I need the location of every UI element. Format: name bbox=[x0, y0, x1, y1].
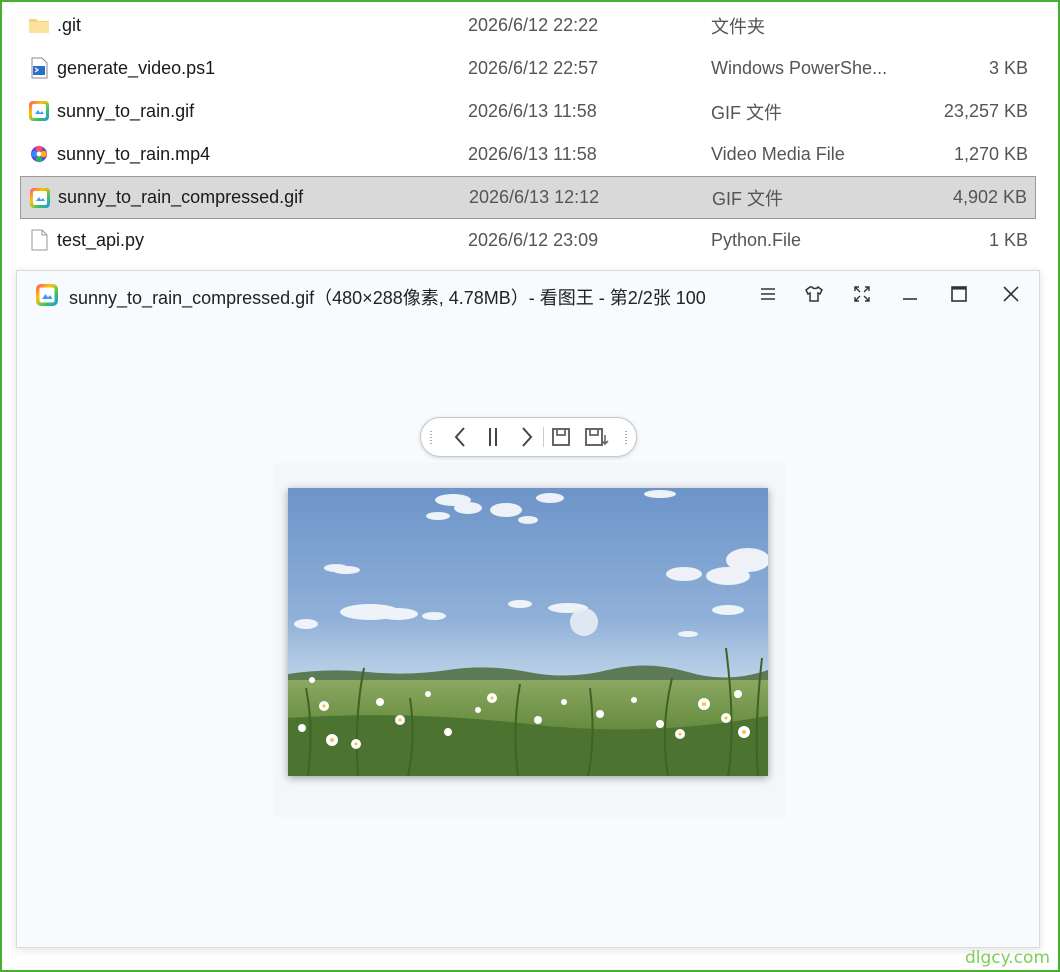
image-viewer-file-icon bbox=[29, 101, 49, 121]
save-as-icon bbox=[585, 428, 609, 446]
file-date: 2026/6/13 11:58 bbox=[468, 101, 597, 121]
video-file-icon bbox=[31, 145, 47, 163]
file-name: sunny_to_rain.mp4 bbox=[57, 144, 211, 164]
grip-handle[interactable] bbox=[425, 425, 437, 449]
fullscreen-icon bbox=[854, 286, 870, 302]
file-date: 2026/6/12 23:09 bbox=[468, 230, 599, 250]
file-type: GIF 文件 bbox=[711, 102, 782, 123]
toolbar-divider bbox=[543, 427, 544, 447]
viewer-title: sunny_to_rain_compressed.gif（480×288像素, … bbox=[69, 288, 706, 308]
file-name: test_api.py bbox=[57, 230, 145, 250]
file-row-sunny-to-rain-gif[interactable]: sunny_to_rain.gif 2026/6/13 11:58 GIF 文件… bbox=[20, 90, 1036, 133]
grip-icon bbox=[430, 431, 432, 444]
next-icon bbox=[522, 427, 533, 447]
minimize-icon bbox=[903, 298, 917, 300]
file-name: sunny_to_rain_compressed.gif bbox=[58, 187, 304, 207]
menu-button[interactable] bbox=[755, 281, 781, 307]
file-date: 2026/6/13 11:58 bbox=[468, 144, 597, 164]
file-date: 2026/6/13 12:12 bbox=[469, 187, 600, 207]
maximize-icon bbox=[951, 286, 967, 302]
file-type: Python.File bbox=[711, 230, 802, 250]
save-icon bbox=[552, 428, 570, 446]
displayed-image[interactable] bbox=[288, 488, 768, 776]
file-size: 3 KB bbox=[988, 58, 1028, 78]
grip-icon bbox=[625, 431, 627, 444]
file-row-test-api[interactable]: test_api.py 2026/6/12 23:09 Python.File … bbox=[20, 219, 1036, 262]
image-viewer-app-icon bbox=[36, 284, 58, 306]
image-toolbar bbox=[420, 417, 637, 457]
previous-icon bbox=[454, 427, 465, 447]
file-size: 1 KB bbox=[988, 230, 1028, 250]
watermark: dlgcy.com bbox=[965, 948, 1050, 968]
file-type: 文件夹 bbox=[711, 16, 765, 37]
file-size: 1,270 KB bbox=[953, 144, 1028, 164]
file-size: 4,902 KB bbox=[952, 187, 1027, 207]
file-date: 2026/6/12 22:22 bbox=[468, 15, 599, 35]
file-type: Windows PowerShe... bbox=[711, 58, 888, 78]
image-viewer-file-icon bbox=[30, 188, 50, 208]
file-row-generate-video[interactable]: generate_video.ps1 2026/6/12 22:57 Windo… bbox=[20, 47, 1036, 90]
next-button[interactable] bbox=[515, 425, 539, 449]
folder-icon bbox=[29, 19, 49, 33]
pause-button[interactable] bbox=[481, 425, 505, 449]
maximize-button[interactable] bbox=[946, 281, 972, 307]
skin-icon bbox=[805, 285, 823, 302]
file-row-git[interactable]: .git 2026/6/12 22:22 文件夹 bbox=[20, 4, 1036, 47]
file-row-sunny-to-rain-mp4[interactable]: sunny_to_rain.mp4 2026/6/13 11:58 Video … bbox=[20, 133, 1036, 176]
blank-document-icon bbox=[31, 229, 48, 251]
pause-icon bbox=[489, 428, 497, 446]
viewer-titlebar[interactable]: sunny_to_rain_compressed.gif（480×288像素, … bbox=[17, 271, 1039, 317]
save-as-button[interactable] bbox=[583, 425, 611, 449]
grip-handle[interactable] bbox=[620, 425, 632, 449]
file-row-sunny-to-rain-compressed-gif[interactable]: sunny_to_rain_compressed.gif 2026/6/13 1… bbox=[20, 176, 1036, 219]
menu-icon bbox=[761, 288, 775, 300]
file-name: sunny_to_rain.gif bbox=[57, 101, 195, 121]
minimize-button[interactable] bbox=[897, 281, 923, 307]
fullscreen-button[interactable] bbox=[849, 281, 875, 307]
close-icon bbox=[1003, 286, 1019, 302]
file-name: generate_video.ps1 bbox=[57, 58, 216, 78]
previous-button[interactable] bbox=[448, 425, 472, 449]
image-viewer-window: sunny_to_rain_compressed.gif（480×288像素, … bbox=[16, 270, 1040, 948]
file-list: .git 2026/6/12 22:22 文件夹 generate_video.… bbox=[20, 4, 1036, 262]
file-type: Video Media File bbox=[711, 144, 845, 164]
file-date: 2026/6/12 22:57 bbox=[468, 58, 599, 78]
powershell-script-icon bbox=[31, 57, 48, 79]
skin-button[interactable] bbox=[801, 281, 827, 307]
file-size: 23,257 KB bbox=[943, 101, 1028, 121]
file-type: GIF 文件 bbox=[712, 188, 783, 209]
meadow-landscape-image bbox=[288, 488, 768, 776]
file-name: .git bbox=[57, 15, 82, 35]
save-button[interactable] bbox=[549, 425, 573, 449]
close-button[interactable] bbox=[998, 281, 1024, 307]
